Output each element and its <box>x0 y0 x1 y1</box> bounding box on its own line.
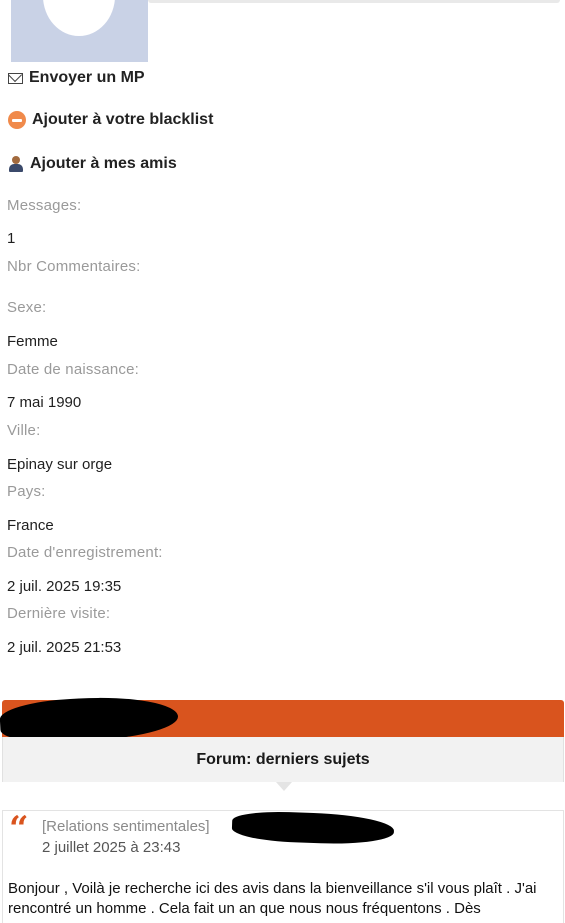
quote-icon: “ <box>9 809 29 849</box>
send-mp-link[interactable]: Envoyer un MP <box>8 69 145 87</box>
avatar-silhouette <box>43 0 115 36</box>
last-visit-value: 2 juil. 2025 21:53 <box>7 639 122 656</box>
last-visit-label: Dernière visite: <box>7 605 111 622</box>
block-icon <box>8 111 26 129</box>
registered-value: 2 juil. 2025 19:35 <box>7 578 122 595</box>
user-icon <box>8 155 24 173</box>
sexe-value: Femme <box>7 333 58 350</box>
send-mp-label: Envoyer un MP <box>29 69 145 86</box>
birth-label: Date de naissance: <box>7 361 140 378</box>
registered-label: Date d'enregistrement: <box>7 544 163 561</box>
top-card-edge <box>148 0 560 3</box>
post-category[interactable]: [Relations sentimentales] <box>42 818 210 835</box>
city-value: Epinay sur orge <box>7 456 113 473</box>
avatar <box>11 0 148 62</box>
city-label: Ville: <box>7 422 41 439</box>
add-friend-link[interactable]: Ajouter à mes amis <box>8 155 177 173</box>
sexe-label: Sexe: <box>7 299 47 316</box>
post-excerpt: Bonjour , Voilà je recherche ici des avi… <box>8 880 537 917</box>
add-friend-label: Ajouter à mes amis <box>30 155 177 172</box>
comments-label: Nbr Commentaires: <box>7 258 141 275</box>
forum-latest-topics-header: Forum: derniers sujets <box>2 737 564 782</box>
post-date: 2 juillet 2025 à 23:43 <box>42 839 181 856</box>
messages-value: 1 <box>7 230 16 247</box>
forum-header-title: Forum: derniers sujets <box>196 750 370 768</box>
country-label: Pays: <box>7 483 46 500</box>
header-pointer <box>276 782 292 791</box>
messages-label: Messages: <box>7 197 82 214</box>
country-value: France <box>7 517 54 534</box>
envelope-icon <box>8 72 23 84</box>
birth-value: 7 mai 1990 <box>7 394 82 411</box>
blacklist-link[interactable]: Ajouter à votre blacklist <box>8 111 213 129</box>
blacklist-label: Ajouter à votre blacklist <box>32 111 214 128</box>
